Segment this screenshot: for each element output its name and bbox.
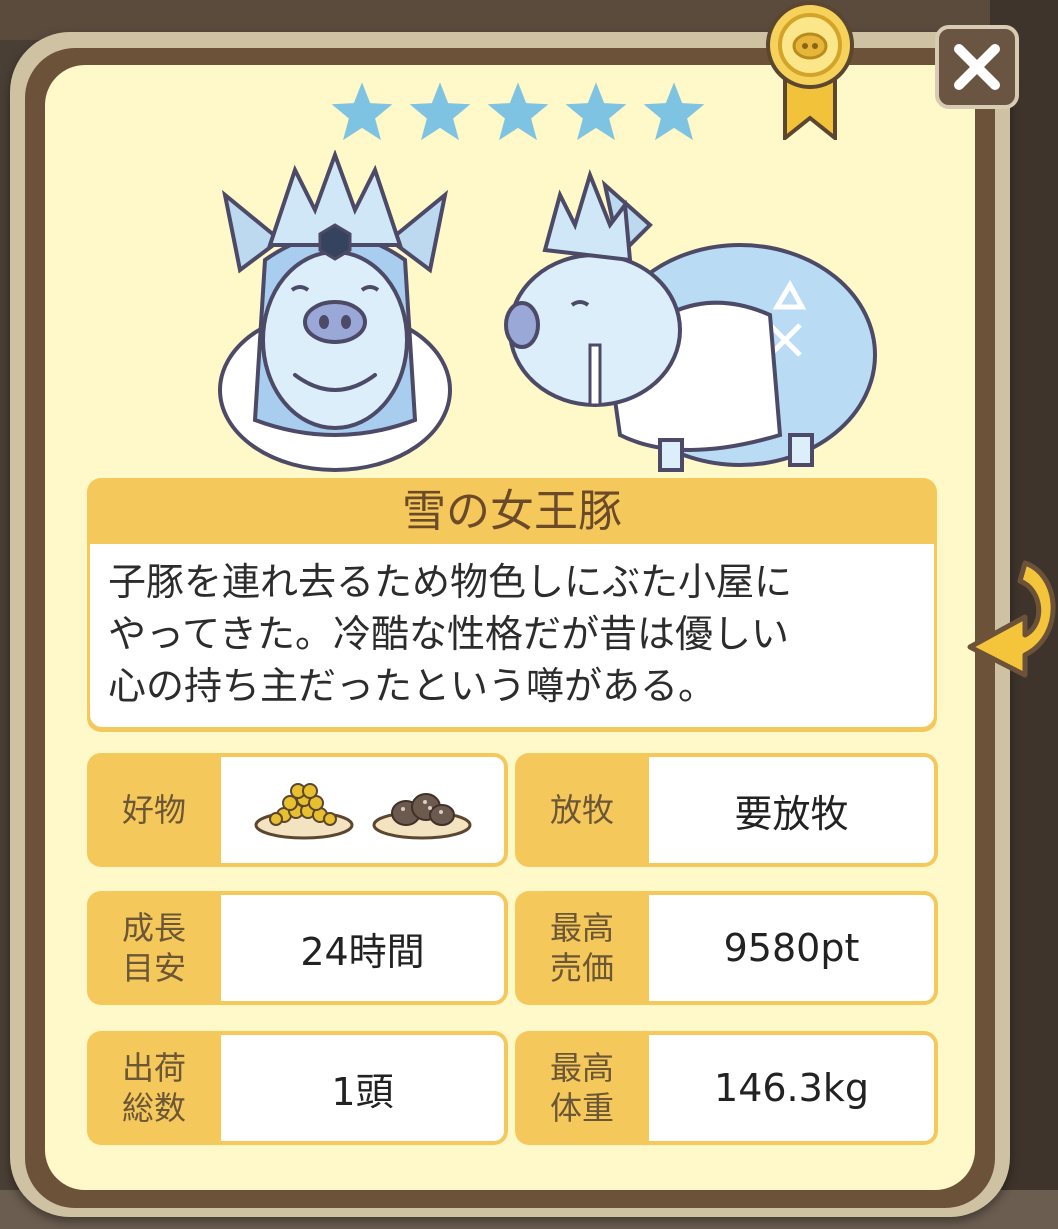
label-line: 最高 — [549, 1049, 614, 1087]
stat-label: 出荷 総数 — [87, 1031, 221, 1145]
stat-grazing: 放牧 要放牧 — [515, 753, 938, 867]
stat-label: 最高 体重 — [515, 1031, 649, 1145]
stat-max-weight: 最高 体重 146.3kg — [515, 1031, 938, 1145]
close-button[interactable] — [935, 25, 1019, 109]
pig-name: 雪の女王豚 — [402, 486, 622, 537]
stat-value: 1頭 — [221, 1035, 504, 1141]
star-icon — [481, 78, 555, 148]
medal-ribbon-icon — [766, 1, 854, 140]
label-line: 目安 — [121, 949, 186, 987]
stat-value: 24時間 — [221, 895, 504, 1001]
label-line: 成長 — [121, 909, 186, 947]
star-icon — [559, 78, 633, 148]
stat-value: 要放牧 — [649, 757, 934, 863]
stat-value: 9580pt — [649, 895, 934, 1001]
stat-max-price: 最高 売価 9580pt — [515, 891, 938, 1005]
favorite-food-items — [221, 757, 504, 863]
description-line: 心の持ち主だったという噂がある。 — [108, 664, 717, 708]
next-arrow-icon[interactable] — [965, 555, 1058, 700]
stat-label: 放牧 — [549, 791, 614, 829]
label-line: 総数 — [121, 1089, 186, 1127]
stat-value: 146.3kg — [649, 1035, 934, 1141]
pig-info-box: 雪の女王豚 子豚を連れ去るため物色しにぶた小屋に やってきた。冷酷な性格だが昔は… — [87, 478, 937, 732]
label-line: 出荷 — [121, 1049, 186, 1087]
star-icon — [637, 78, 711, 148]
stat-favorite-food: 好物 — [87, 753, 508, 867]
corn-dish-icon — [254, 783, 353, 840]
description-line: 子豚を連れ去るため物色しにぶた小屋に — [108, 560, 793, 604]
close-icon — [954, 44, 1000, 90]
description-line: やってきた。冷酷な性格だが昔は優しい — [108, 612, 789, 656]
label-line: 売価 — [549, 949, 614, 987]
rarity-stars — [325, 78, 711, 148]
stat-total-shipped: 出荷 総数 1頭 — [87, 1031, 508, 1145]
pig-description: 子豚を連れ去るため物色しにぶた小屋に やってきた。冷酷な性格だが昔は優しい 心の… — [90, 544, 934, 727]
star-icon — [325, 78, 399, 148]
star-icon — [403, 78, 477, 148]
stat-label: 好物 — [121, 791, 186, 829]
label-line: 体重 — [549, 1089, 614, 1127]
pig-front-illustration — [218, 150, 452, 472]
stat-label: 成長 目安 — [87, 891, 221, 1005]
pig-side-illustration — [504, 168, 877, 472]
stat-label: 最高 売価 — [515, 891, 649, 1005]
label-line: 最高 — [549, 909, 614, 947]
dumpling-dish-icon — [372, 793, 471, 840]
stat-growth-time: 成長 目安 24時間 — [87, 891, 508, 1005]
